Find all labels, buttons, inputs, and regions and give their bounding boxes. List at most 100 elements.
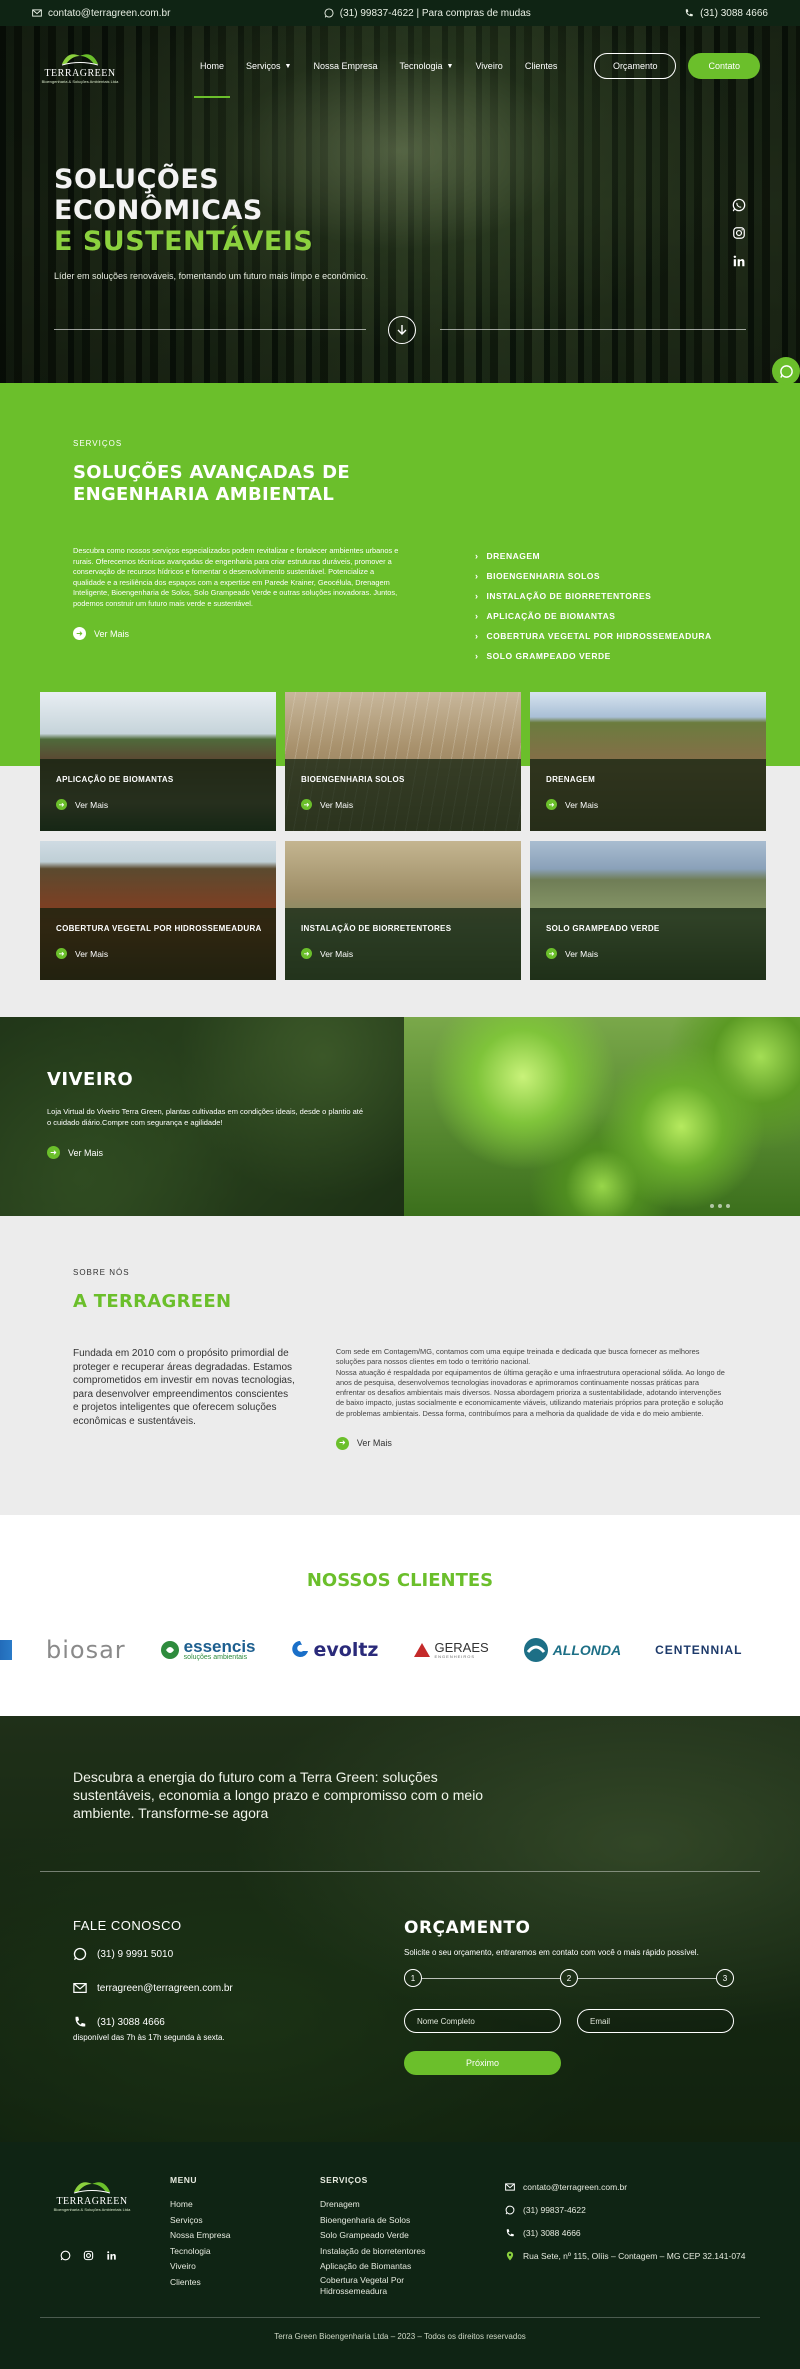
client-logo-geraes: GERAES ENGENHEIROS (413, 1635, 489, 1665)
services-see-more-link[interactable]: ➜ Ver Mais (73, 627, 403, 640)
quote-form: ORÇAMENTO Solicite o seu orçamento, entr… (404, 1918, 734, 2075)
quote-step: 2 (560, 1969, 578, 1987)
about-kicker: SOBRE NÓS (73, 1268, 130, 1277)
services-list-label: INSTALAÇÃO DE BIORRETENTORES (486, 591, 652, 601)
footer-whatsapp[interactable]: (31) 99837-4622 (505, 2198, 746, 2221)
footer-menu-item[interactable]: Home (170, 2197, 230, 2213)
whatsapp-icon[interactable] (732, 198, 746, 212)
topbar-phone[interactable]: (31) 3088 4666 (684, 8, 768, 19)
service-card[interactable]: COBERTURA VEGETAL POR HIDROSSEMEADURA ➜ V… (40, 841, 276, 980)
card-overlay (530, 759, 766, 831)
footer-email[interactable]: contato@terragreen.com.br (505, 2175, 746, 2198)
service-card[interactable]: SOLO GRAMPEADO VERDE ➜ Ver Mais (530, 841, 766, 980)
hero-title: SOLUÇÕES ECONÔMICAS E SUSTENTÁVEIS (54, 164, 800, 257)
brand-tagline: Bioengenharia & Soluções Ambientais Ltda (53, 2207, 131, 2212)
services-list-item[interactable]: › APLICAÇÃO DE BIOMANTAS (475, 606, 712, 626)
linkedin-icon[interactable] (732, 254, 746, 268)
footer-service-item[interactable]: Solo Grampeado Verde (320, 2228, 435, 2244)
name-input[interactable]: Nome Completo (404, 2009, 561, 2033)
footer-menu-item[interactable]: Nossa Empresa (170, 2228, 230, 2244)
services-list-label: COBERTURA VEGETAL POR HIDROSSEMEADURA (486, 631, 712, 641)
footer-service-item[interactable]: Instalação de biorretentores (320, 2244, 435, 2260)
nav-menu: Home Serviços ▼ Nossa Empresa Tecnologia ▼… (193, 26, 558, 106)
topbar-whatsapp[interactable]: (31) 99837-4622 | Para compras de mudas (324, 8, 531, 19)
footer-service-item[interactable]: Bioengenharia de Solos (320, 2213, 435, 2229)
service-card[interactable]: DRENAGEM ➜ Ver Mais (530, 692, 766, 831)
service-card[interactable]: INSTALAÇÃO DE BIORRETENTORES ➜ Ver Mais (285, 841, 521, 980)
service-card[interactable]: APLICAÇÃO DE BIOMANTAS ➜ Ver Mais (40, 692, 276, 831)
service-card-link[interactable]: ➜ Ver Mais (56, 948, 108, 959)
footer-menu-item[interactable]: Viveiro (170, 2259, 230, 2275)
nav-item-nossa-empresa[interactable]: Nossa Empresa (313, 26, 377, 106)
main-nav: TERRAGREEN Bioengenharia & Soluções Ambi… (0, 26, 800, 106)
service-card-link[interactable]: ➜ Ver Mais (301, 799, 353, 810)
quote-subtitle: Solicite o seu orçamento, entraremos em … (404, 1948, 699, 1957)
instagram-icon[interactable] (732, 226, 746, 240)
brand-logo[interactable]: TERRAGREEN Bioengenharia & Soluções Ambi… (40, 44, 120, 88)
footer-logo[interactable]: TERRAGREEN Bioengenharia & Soluções Ambi… (52, 2172, 132, 2216)
footer-menu-item[interactable]: Serviços (170, 2213, 230, 2229)
footer-phone[interactable]: (31) 3088 4666 (505, 2221, 746, 2244)
topbar-email[interactable]: contato@terragreen.com.br (32, 8, 170, 19)
service-card-link[interactable]: ➜ Ver Mais (301, 948, 353, 959)
nav-item-servicos[interactable]: Serviços ▼ (246, 26, 291, 106)
arrow-right-icon: ➜ (335, 1437, 349, 1451)
see-more-label: Ver Mais (320, 799, 354, 810)
service-cards-section: APLICAÇÃO DE BIOMANTAS ➜ Ver Mais BIOENGE… (0, 692, 800, 1017)
footer-whatsapp-text: (31) 99837-4622 (523, 2204, 586, 2215)
viveiro-see-more-link[interactable]: ➜ Ver Mais (47, 1146, 404, 1159)
see-more-label: Ver Mais (565, 799, 599, 810)
footer-divider (40, 2317, 760, 2318)
service-card-link[interactable]: ➜ Ver Mais (546, 948, 598, 959)
arrow-right-icon: ➜ (301, 948, 312, 959)
contact-phone[interactable]: (31) 3088 4666 (73, 2015, 233, 2029)
footer: TERRAGREEN Bioengenharia & Soluções Ambi… (0, 2142, 800, 2369)
mail-icon (73, 1983, 87, 1993)
linkedin-icon[interactable] (106, 2248, 117, 2260)
contact-whatsapp[interactable]: (31) 9 9991 5010 (73, 1947, 233, 1961)
footer-menu-item[interactable]: Tecnologia (170, 2244, 230, 2260)
about-see-more-link[interactable]: ➜ Ver Mais (335, 1437, 727, 1451)
services-list-item[interactable]: › DRENAGEM (475, 546, 712, 566)
footer-address[interactable]: Rua Sete, nº 115, Olíis – Contagem – MG … (505, 2244, 746, 2267)
next-button[interactable]: Próximo (404, 2051, 561, 2075)
nav-item-viveiro[interactable]: Viveiro (475, 26, 502, 106)
footer-address-text: Rua Sete, nº 115, Olíis – Contagem – MG … (523, 2250, 746, 2261)
services-list-item[interactable]: › COBERTURA VEGETAL POR HIDROSSEMEADURA (475, 626, 712, 646)
whatsapp-icon[interactable] (60, 2248, 71, 2261)
whatsapp-icon (324, 8, 334, 18)
service-card-link[interactable]: ➜ Ver Mais (546, 799, 598, 810)
contato-button[interactable]: Contato (688, 53, 760, 79)
arrow-right-icon: ➜ (73, 627, 86, 640)
scroll-down-button[interactable] (388, 316, 416, 344)
service-card-link[interactable]: ➜ Ver Mais (56, 799, 108, 810)
services-list-item[interactable]: › SOLO GRAMPEADO VERDE (475, 646, 712, 666)
footer-service-item[interactable]: Drenagem (320, 2197, 435, 2213)
service-card[interactable]: BIOENGENHARIA SOLOS ➜ Ver Mais (285, 692, 521, 831)
whatsapp-float-button[interactable] (772, 357, 800, 385)
orcamento-button[interactable]: Orçamento (593, 53, 677, 79)
arrow-right-icon: ➜ (56, 948, 67, 959)
footer-service-item[interactable]: Cobertura Vegetal Por Hidrossemeadura (320, 2275, 435, 2297)
card-overlay (40, 759, 276, 831)
topbar-email-text: contato@terragreen.com.br (48, 7, 171, 19)
services-title-line: SOLUÇÕES AVANÇADAS DE (73, 462, 350, 483)
nav-item-tecnologia[interactable]: Tecnologia ▼ (400, 26, 454, 106)
contact-email[interactable]: terragreen@terragreen.com.br (73, 1981, 233, 1995)
email-input[interactable]: Email (577, 2009, 734, 2033)
arrow-right-icon: ➜ (546, 799, 557, 810)
top-bar: contato@terragreen.com.br (31) 99837-462… (0, 0, 800, 26)
services-list-item[interactable]: › INSTALAÇÃO DE BIORRETENTORES (475, 586, 712, 606)
chevron-down-icon: ▼ (284, 62, 292, 70)
footer-contact: contato@terragreen.com.br (31) 99837-462… (505, 2175, 746, 2267)
instagram-icon[interactable] (83, 2248, 94, 2261)
arrow-right-icon: ➜ (47, 1146, 60, 1159)
footer-email-text: contato@terragreen.com.br (523, 2181, 628, 2192)
nav-item-home[interactable]: Home (193, 26, 231, 106)
footer-service-item[interactable]: Aplicação de Biomantas (320, 2259, 435, 2275)
whatsapp-icon (779, 364, 793, 378)
carousel-dots[interactable] (710, 1204, 730, 1208)
nav-item-clientes[interactable]: Clientes (525, 26, 558, 106)
services-list-item[interactable]: › BIOENGENHARIA SOLOS (475, 566, 712, 586)
footer-menu-item[interactable]: Clientes (170, 2275, 230, 2291)
